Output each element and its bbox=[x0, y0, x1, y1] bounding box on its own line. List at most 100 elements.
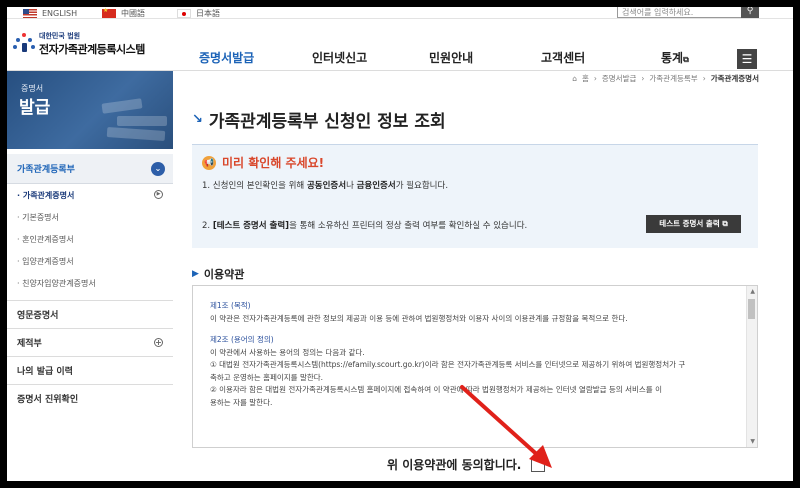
court-logo-icon bbox=[13, 33, 35, 55]
sidebar-item-label: 제적부 bbox=[17, 339, 42, 349]
sidebar-sub-label: 입양관계증명서 bbox=[22, 256, 74, 266]
cn-flag-icon bbox=[102, 7, 116, 18]
lang-label: 中國語 bbox=[121, 8, 145, 18]
terms-scroll-box[interactable]: 제1조 (목적) 이 약관은 전자가족관계등록에 관한 정보의 제공과 이용 등… bbox=[192, 285, 758, 448]
external-link-icon: ⧉ bbox=[722, 219, 728, 228]
site-logo[interactable]: 대한민국 법원 전자가족관계등록시스템 bbox=[13, 31, 145, 57]
notice-strong: 금융인증서 bbox=[356, 181, 396, 191]
scroll-down-icon[interactable]: ▼ bbox=[750, 438, 755, 445]
sidebar-section-label: 가족관계등록부 bbox=[17, 165, 75, 175]
site-header: 대한민국 법원 전자가족관계등록시스템 증명서발급 인터넷신고 민원안내 고객센… bbox=[7, 19, 793, 71]
search-icon[interactable]: ⚲ bbox=[741, 7, 759, 18]
terms-article-body: 이 약관은 전자가족관계등록에 관한 정보의 제공과 이용 등에 관하여 법원행… bbox=[210, 313, 628, 323]
triangle-right-icon: ▶ bbox=[192, 269, 199, 279]
terms-article-body: 용하는 자를 말한다. bbox=[210, 397, 273, 407]
terms-spacer bbox=[210, 325, 740, 334]
terms-article-body: 이 약관에서 사용하는 용어의 정의는 다음과 같다. bbox=[210, 347, 365, 357]
sidebar-sub-basic[interactable]: · 기본증명서 bbox=[7, 206, 173, 228]
sidebar-section-family-register[interactable]: 가족관계등록부 ⌄ bbox=[7, 154, 173, 184]
notice-title-text: 미리 확인해 주세요! bbox=[222, 156, 325, 170]
sidebar-banner: 증명서 발급 bbox=[7, 71, 173, 149]
breadcrumb-current: 가족관계증명서 bbox=[710, 74, 759, 83]
lang-japanese[interactable]: 日本語 bbox=[177, 7, 220, 19]
sidebar-sub-family-relation[interactable]: · 가족관계증명서 ▶ bbox=[7, 184, 173, 206]
notice-strong: [테스트 증명서 출력] bbox=[212, 221, 290, 231]
browser-frame: ENGLISH 中國語 日本語 검색어를 입력하세요. ⚲ 대한민국 법원 bbox=[7, 7, 793, 481]
megaphone-icon: 📢 bbox=[202, 155, 216, 170]
scroll-up-icon[interactable]: ▲ bbox=[750, 288, 755, 295]
notice-text: 나 bbox=[346, 181, 357, 191]
notice-text: 1. 신청인의 본인확인을 위해 bbox=[202, 181, 307, 191]
logo-title: 전자가족관계등록시스템 bbox=[39, 43, 145, 56]
terms-heading-text: 이용약관 bbox=[203, 268, 245, 281]
terms-article-title: 제1조 (목적) bbox=[210, 301, 251, 310]
sidebar-sub-adoption[interactable]: · 입양관계증명서 bbox=[7, 250, 173, 272]
hamburger-icon[interactable]: ☰ bbox=[737, 49, 757, 69]
breadcrumb-sep: › bbox=[702, 74, 706, 83]
breadcrumb-family-register[interactable]: 가족관계등록부 bbox=[649, 73, 697, 84]
scrollbar-thumb[interactable] bbox=[748, 299, 755, 319]
terms-article-body: 축하고 운영하는 홈페이지를 말한다. bbox=[210, 372, 324, 382]
terms-article-body: ② 이용자라 함은 대법원 전자가족관계등록시스템 홈페이지에 접속하여 이 약… bbox=[210, 385, 662, 394]
title-mark-icon: ↘ bbox=[192, 112, 203, 127]
nav-customer-center[interactable]: 고객센터 bbox=[541, 49, 585, 66]
terms-scrollbar[interactable]: ▲ ▼ bbox=[746, 286, 757, 447]
sidebar-sub-label: 친양자입양관계증명서 bbox=[22, 278, 96, 288]
plus-icon: + bbox=[154, 338, 163, 347]
notice-box: 📢 미리 확인해 주세요! 1. 신청인의 본인확인을 위해 공동인증서나 금융… bbox=[192, 144, 758, 248]
us-flag-icon bbox=[23, 8, 37, 18]
sidebar-sub-label: 기본증명서 bbox=[22, 212, 59, 222]
terms-text: 제1조 (목적) 이 약관은 전자가족관계등록에 관한 정보의 제공과 이용 등… bbox=[210, 300, 740, 409]
nav-internet-report[interactable]: 인터넷신고 bbox=[312, 49, 367, 66]
notice-text: 을 통해 소유하신 프린터의 정상 출력 여부를 확인하실 수 있습니다. bbox=[289, 221, 528, 231]
sidebar-item-verify[interactable]: 증명서 진위확인 bbox=[7, 384, 173, 412]
notice-line-2: 2. [테스트 증명서 출력]을 통해 소유하신 프린터의 정상 출력 여부를 … bbox=[202, 219, 527, 231]
test-print-button[interactable]: 테스트 증명서 출력 ⧉ bbox=[646, 215, 741, 233]
sidebar-sub-full-adoption[interactable]: · 친양자입양관계증명서 bbox=[7, 272, 173, 294]
lang-label: 日本語 bbox=[196, 8, 220, 18]
sidebar-sub-marriage[interactable]: · 혼인관계증명서 bbox=[7, 228, 173, 250]
lang-chinese[interactable]: 中國語 bbox=[102, 7, 145, 19]
book-decoration bbox=[101, 98, 143, 114]
home-icon[interactable]: ⌂ bbox=[572, 74, 577, 83]
breadcrumb-home[interactable]: 홈 bbox=[582, 73, 589, 84]
nav-statistics[interactable]: 통계⧉ bbox=[661, 49, 689, 66]
chevron-down-icon[interactable]: ⌄ bbox=[151, 162, 165, 176]
notice-line-1: 1. 신청인의 본인확인을 위해 공동인증서나 금융인증서가 필요합니다. bbox=[202, 179, 448, 191]
terms-agree-label[interactable]: 위 이용약관에 동의합니다. bbox=[387, 456, 521, 473]
page-title-text: 가족관계등록부 신청인 정보 조회 bbox=[208, 112, 446, 132]
terms-article-body: ① 대법원 전자가족관계등록시스템(https://efamily.scourt… bbox=[210, 360, 686, 369]
breadcrumb-issue[interactable]: 증명서발급 bbox=[602, 73, 637, 84]
nav-civil-guide[interactable]: 민원안내 bbox=[429, 49, 473, 66]
logo-subtitle: 대한민국 법원 bbox=[39, 32, 81, 40]
notice-text: 2. bbox=[202, 221, 213, 231]
sidebar-item-removed-register[interactable]: 제적부 + bbox=[7, 328, 173, 356]
breadcrumb-sep: › bbox=[593, 74, 597, 83]
nav-statistics-label: 통계 bbox=[661, 51, 684, 65]
terms-agree-checkbox[interactable] bbox=[531, 457, 546, 472]
terms-agree-row: 위 이용약관에 동의합니다. bbox=[387, 456, 546, 473]
sidebar-menu: 가족관계등록부 ⌄ · 가족관계증명서 ▶ · 기본증명서 · 혼인관계증명서 … bbox=[7, 154, 173, 412]
sidebar-item-english-cert[interactable]: 영문증명서 bbox=[7, 300, 173, 328]
external-link-icon: ⧉ bbox=[683, 55, 689, 64]
notice-title: 📢 미리 확인해 주세요! bbox=[202, 154, 324, 171]
notice-text: 가 필요합니다. bbox=[395, 181, 449, 191]
test-print-label: 테스트 증명서 출력 bbox=[659, 219, 720, 228]
top-utility-bar: ENGLISH 中國語 日本語 검색어를 입력하세요. ⚲ bbox=[7, 7, 793, 19]
search-input[interactable]: 검색어를 입력하세요. bbox=[617, 7, 742, 18]
sidebar-sub-label: 혼인관계증명서 bbox=[22, 234, 74, 244]
banner-title: 발급 bbox=[19, 98, 51, 118]
nav-certificate-issue[interactable]: 증명서발급 bbox=[199, 49, 254, 66]
chevron-right-icon: ▶ bbox=[154, 190, 163, 199]
jp-flag-icon bbox=[177, 8, 191, 18]
lang-label: ENGLISH bbox=[42, 8, 78, 18]
terms-article-title: 제2조 (용어의 정의) bbox=[210, 335, 274, 344]
lang-english[interactable]: ENGLISH bbox=[23, 7, 77, 19]
terms-heading: ▶ 이용약관 bbox=[192, 266, 244, 282]
breadcrumb: ⌂ 홈 › 증명서발급 › 가족관계등록부 › 가족관계증명서 bbox=[572, 73, 759, 84]
sidebar-item-history[interactable]: 나의 발급 이력 bbox=[7, 356, 173, 384]
book-decoration bbox=[106, 126, 166, 142]
page-title: ↘ 가족관계등록부 신청인 정보 조회 bbox=[192, 107, 446, 132]
book-decoration bbox=[117, 116, 167, 126]
sidebar-sub-label: 가족관계증명서 bbox=[22, 190, 75, 200]
